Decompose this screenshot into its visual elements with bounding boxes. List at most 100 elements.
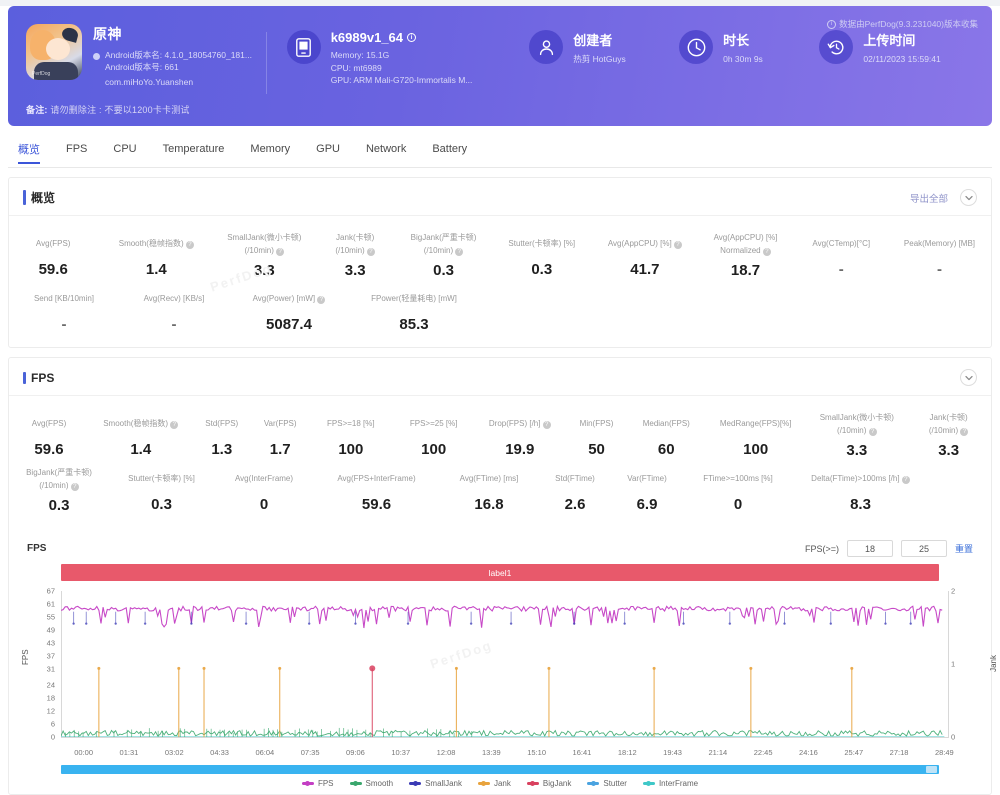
metric-overview-r1-7: Avg(AppCPU) [%]Normalized ?18.7 (696, 226, 794, 281)
metric-value: 1.4 (99, 261, 213, 278)
metric-value: 59.6 (11, 261, 95, 278)
chart-plot-area[interactable]: FPS Jank 0612182431374349556167 012 Perf… (9, 587, 991, 747)
chart-y-axis-label: FPS (21, 649, 30, 665)
metric-label: Var(FPS) (253, 412, 307, 435)
metric-overview-r1-0: Avg(FPS)59.6 (9, 226, 97, 280)
tab-FPS[interactable]: FPS (66, 143, 87, 161)
metric-fps-r1-5: FPS>=25 [%]100 (392, 406, 475, 460)
help-icon[interactable]: ? (960, 428, 968, 436)
help-icon[interactable]: ? (869, 428, 877, 436)
legend-swatch-icon (409, 782, 421, 785)
fps-threshold-input-1[interactable] (847, 540, 893, 557)
chart-scroll-thumb[interactable] (61, 765, 939, 774)
fps-threshold-label: FPS(>=) (805, 544, 839, 554)
metric-overview-r2-2: Avg(Power) [mW] ?5087.4 (229, 281, 349, 335)
help-icon[interactable]: ? (276, 248, 284, 256)
metric-value: 85.3 (351, 316, 477, 333)
y-tick-label: 12 (33, 706, 55, 715)
metric-overview-r2-3: FPower(轻量耗电) [mW]85.3 (349, 281, 479, 335)
device-info-block: k6989v1_64 i Memory: 15.1G CPU: mt6989 G… (287, 6, 508, 87)
x-tick-label: 03:02 (165, 748, 184, 757)
x-tick-label: 22:45 (754, 748, 773, 757)
legend-item-FPS[interactable]: FPS (302, 779, 334, 788)
legend-swatch-icon (350, 782, 362, 785)
help-icon[interactable]: ? (186, 241, 194, 249)
metric-value: 16.8 (441, 496, 537, 513)
tab-Battery[interactable]: Battery (432, 143, 467, 161)
metric-value: 0.3 (11, 497, 107, 514)
device-cpu: CPU: mt6989 (331, 62, 473, 75)
y-tick-label: 61 (33, 600, 55, 609)
app-version-code: Android版本号: 661 (105, 61, 252, 73)
chart-series-canvas (61, 587, 967, 747)
metric-label: Smooth(稳帧指数) ? (91, 412, 191, 435)
metric-value: 8.3 (795, 496, 926, 513)
note-value: 请勿删除注 : 不要以1200卡卡测试 (50, 105, 189, 115)
help-icon[interactable]: ? (170, 421, 178, 429)
legend-label: BigJank (543, 779, 571, 788)
metric-label: Var(FTime) (613, 467, 681, 490)
help-icon[interactable]: ? (543, 421, 551, 429)
metric-overview-r1-9: Peak(Memory) [MB]- (888, 226, 991, 280)
tab-Temperature[interactable]: Temperature (163, 143, 225, 161)
help-icon[interactable]: ? (763, 248, 771, 256)
device-info-icon[interactable]: i (407, 33, 416, 42)
legend-item-Smooth[interactable]: Smooth (350, 779, 394, 788)
metric-fps-r2-7: FTime>=100ms [%]0 (683, 461, 793, 515)
report-note: 备注: 请勿删除注 : 不要以1200卡卡测试 (26, 103, 190, 116)
metric-label: Std(FPS) (195, 412, 249, 435)
tab-Network[interactable]: Network (366, 143, 406, 161)
help-icon[interactable]: ? (455, 248, 463, 256)
metric-overview-r2-0: Send [KB/10min]- (9, 281, 119, 335)
legend-item-Stutter[interactable]: Stutter (587, 779, 627, 788)
x-tick-label: 16:41 (573, 748, 592, 757)
metric-fps-r1-10: SmallJank(微小卡顿)(/10min) ?3.3 (807, 406, 906, 461)
metric-label: Avg(FPS) (11, 412, 87, 435)
x-tick-label: 01:31 (120, 748, 139, 757)
help-icon[interactable]: ? (674, 241, 682, 249)
fps-metric-row-1: Avg(FPS)59.6Smooth(稳帧指数) ?1.4Std(FPS)1.3… (9, 406, 991, 461)
metric-value: 41.7 (595, 261, 694, 278)
data-version-note: i 数据由PerfDog(9.3.231040)版本收集 (827, 18, 978, 30)
chart-label-band[interactable]: label1 (61, 564, 939, 581)
metric-overview-r1-8: Avg(CTemp)[°C]- (795, 226, 888, 280)
help-icon[interactable]: ? (367, 248, 375, 256)
help-icon[interactable]: ? (317, 296, 325, 304)
metric-label: MedRange(FPS)[%] (706, 412, 806, 435)
legend-item-BigJank[interactable]: BigJank (527, 779, 571, 788)
chart-horizontal-scrollbar[interactable] (61, 765, 939, 774)
tab-Memory[interactable]: Memory (250, 143, 290, 161)
metric-label: Avg(FTime) [ms] (441, 467, 537, 490)
phone-icon (287, 30, 321, 64)
collapse-fps-button[interactable] (960, 369, 977, 386)
chart-legend[interactable]: FPS Smooth SmallJank Jank BigJank Stutter Inte… (9, 774, 991, 794)
tab-概览[interactable]: 概览 (18, 141, 40, 163)
y-tick-label: 67 (33, 587, 55, 596)
collapse-overview-button[interactable] (960, 189, 977, 206)
chart-title: FPS (27, 543, 46, 554)
export-all-button[interactable]: 导出全部 (910, 191, 948, 205)
main-tabs[interactable]: 概览 FPS CPU Temperature Memory GPU Network Batte… (8, 136, 992, 168)
metric-label: Std(FTime) (541, 467, 609, 490)
tab-GPU[interactable]: GPU (316, 143, 340, 161)
legend-item-Jank[interactable]: Jank (478, 779, 511, 788)
reset-button[interactable]: 重置 (955, 542, 973, 555)
metric-label: Drop(FPS) [/h] ? (477, 412, 562, 435)
duration-title: 时长 (723, 30, 763, 49)
help-icon[interactable]: ? (902, 476, 910, 484)
legend-item-SmallJank[interactable]: SmallJank (409, 779, 462, 788)
fps-threshold-input-2[interactable] (901, 540, 947, 557)
app-icon: PerfDog (26, 24, 82, 80)
metric-label: Avg(AppCPU) [%]Normalized ? (698, 232, 792, 256)
legend-label: InterFrame (659, 779, 698, 788)
metric-value: 2.6 (541, 496, 609, 513)
tab-CPU[interactable]: CPU (113, 143, 136, 161)
metric-label: Avg(Power) [mW] ? (231, 287, 347, 310)
help-icon[interactable]: ? (71, 483, 79, 491)
app-version-name: Android版本名: 4.1.0_18054760_181... (105, 49, 252, 61)
metric-fps-r2-0: BigJank(严重卡顿)(/10min) ?0.3 (9, 461, 109, 516)
metric-fps-r1-3: Var(FPS)1.7 (251, 406, 309, 460)
legend-item-InterFrame[interactable]: InterFrame (643, 779, 698, 788)
metric-value: 19.9 (477, 441, 562, 458)
x-tick-label: 24:16 (799, 748, 818, 757)
